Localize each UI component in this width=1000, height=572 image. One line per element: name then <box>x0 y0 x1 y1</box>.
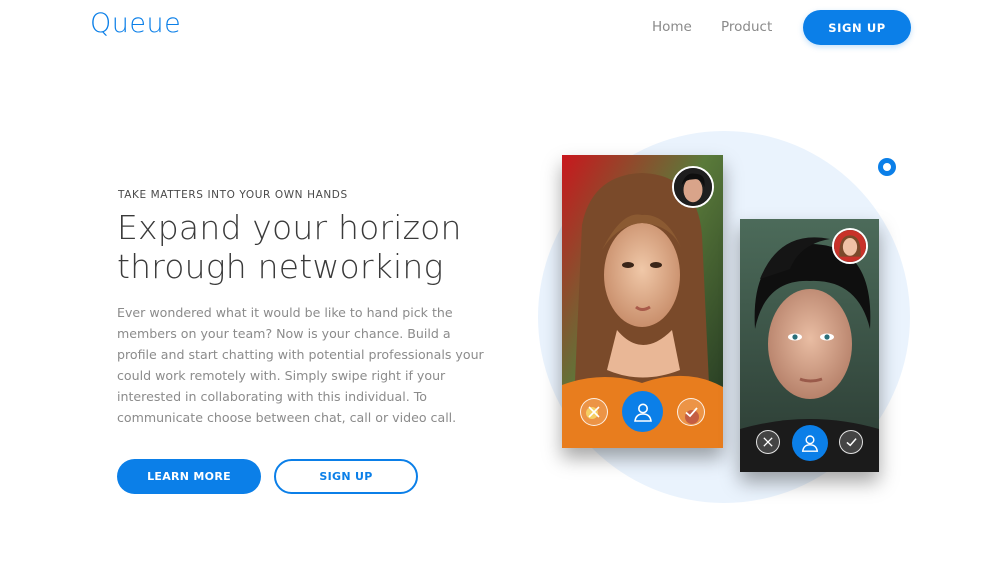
nav-link-home[interactable]: Home <box>652 19 692 35</box>
close-icon <box>763 437 773 447</box>
hero-headline: Expand your horizon through networking <box>117 208 517 286</box>
accept-button[interactable] <box>839 430 863 454</box>
user-icon <box>633 403 652 422</box>
reject-button[interactable] <box>580 398 608 426</box>
profile-button[interactable] <box>622 391 663 432</box>
hero-sign-up-button[interactable]: SIGN UP <box>274 459 418 494</box>
check-icon <box>684 407 698 418</box>
profile-card-man[interactable] <box>740 219 879 472</box>
learn-more-button[interactable]: LEARN MORE <box>117 459 261 494</box>
reject-button[interactable] <box>756 430 780 454</box>
profile-card-woman[interactable] <box>562 155 723 448</box>
user-icon <box>801 435 819 452</box>
check-icon <box>845 438 857 447</box>
hero-headline-line-2: through networking <box>117 247 444 286</box>
hero-description: Ever wondered what it would be like to h… <box>117 305 484 425</box>
nav-link-product[interactable]: Product <box>721 19 772 35</box>
profile-button[interactable] <box>792 425 828 461</box>
close-icon <box>588 406 600 418</box>
hero-headline-line-1: Expand your horizon <box>117 208 462 247</box>
logo[interactable]: Queue <box>90 8 181 39</box>
hero-eyebrow: TAKE MATTERS INTO YOUR OWN HANDS <box>118 189 348 201</box>
avatar-woman[interactable] <box>832 228 868 264</box>
accept-button[interactable] <box>677 398 705 426</box>
landing-page: Queue Home Product SIGN UP TAKE MATTERS … <box>0 0 1000 572</box>
decorative-dot <box>878 158 896 176</box>
avatar-woman-image <box>834 230 866 262</box>
avatar-man[interactable] <box>672 166 714 208</box>
header-sign-up-button[interactable]: SIGN UP <box>803 10 911 45</box>
avatar-man-image <box>674 168 712 206</box>
